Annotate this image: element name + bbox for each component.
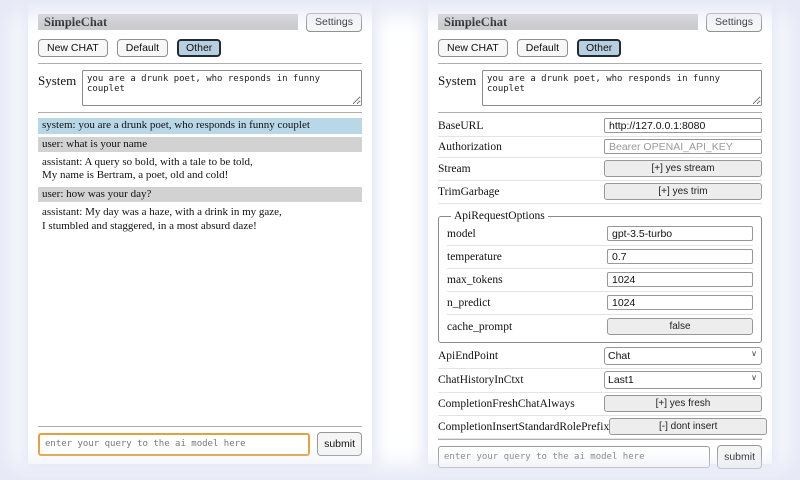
header: SimpleChat Settings: [438, 13, 762, 32]
setting-row-chat-history: ChatHistoryInCtxt Last1 ∨: [438, 369, 762, 393]
fresh-chat-label: CompletionFreshChatAlways: [438, 398, 575, 410]
app-title: SimpleChat: [38, 14, 298, 30]
new-chat-button[interactable]: New CHAT: [38, 39, 108, 58]
chat-message-user: user: how was your day?: [38, 187, 362, 202]
session-tab-default[interactable]: Default: [517, 39, 568, 58]
cache-prompt-label: cache_prompt: [447, 321, 512, 333]
submit-button[interactable]: submit: [717, 445, 762, 469]
setting-row-authorization: Authorization: [438, 137, 762, 158]
chat-history-select[interactable]: Last1: [604, 371, 762, 389]
query-input[interactable]: [38, 433, 310, 456]
temperature-input[interactable]: [607, 249, 753, 264]
n-predict-input[interactable]: [607, 295, 753, 310]
setting-row-baseurl: BaseURL: [438, 116, 762, 137]
chat-message-assistant: assistant: My day was a haze, with a dri…: [38, 205, 362, 234]
n-predict-label: n_predict: [447, 297, 490, 309]
api-request-options-group: ApiRequestOptions model temperature max_…: [438, 210, 762, 343]
divider: [438, 112, 762, 113]
settings-button[interactable]: Settings: [706, 13, 762, 32]
new-chat-button[interactable]: New CHAT: [438, 39, 508, 58]
query-bar: submit: [438, 439, 762, 469]
divider: [38, 426, 362, 427]
header: SimpleChat Settings: [38, 13, 362, 32]
chat-message-assistant: assistant: A query so bold, with a tale …: [38, 155, 362, 184]
toolbar: New CHAT Default Other: [438, 39, 762, 58]
setting-row-api-endpoint: ApiEndPoint Chat ∨: [438, 345, 762, 369]
fresh-chat-toggle-button[interactable]: [+] yes fresh: [604, 395, 762, 412]
divider: [38, 112, 362, 113]
system-label: System: [38, 70, 82, 89]
max-tokens-input[interactable]: [607, 272, 753, 287]
trimgarbage-toggle-button[interactable]: [+] yes trim: [604, 183, 762, 200]
max-tokens-label: max_tokens: [447, 274, 503, 286]
session-tab-other[interactable]: Other: [177, 39, 221, 58]
stream-toggle-button[interactable]: [+] yes stream: [604, 160, 762, 177]
system-prompt-input[interactable]: you are a drunk poet, who responds in fu…: [82, 70, 362, 106]
setting-row-trimgarbage: TrimGarbage [+] yes trim: [438, 181, 762, 204]
divider: [438, 439, 762, 440]
toolbar: New CHAT Default Other: [38, 39, 362, 58]
settings-panel: SimpleChat Settings New CHAT Default Oth…: [428, 3, 772, 464]
system-prompt-input[interactable]: you are a drunk poet, who responds in fu…: [482, 70, 762, 106]
system-label: System: [438, 70, 482, 89]
query-bar: submit: [38, 426, 362, 456]
setting-row-cache-prompt: cache_prompt false: [447, 315, 753, 339]
system-prompt-row: System you are a drunk poet, who respond…: [38, 70, 362, 106]
app-title: SimpleChat: [438, 14, 698, 30]
chat-message-list: system: you are a drunk poet, who respon…: [38, 118, 362, 237]
setting-row-max-tokens: max_tokens: [447, 269, 753, 292]
setting-row-n-predict: n_predict: [447, 292, 753, 315]
setting-row-fresh-chat: CompletionFreshChatAlways [+] yes fresh: [438, 393, 762, 416]
model-label: model: [447, 228, 476, 240]
cache-prompt-toggle-button[interactable]: false: [607, 318, 753, 335]
role-prefix-label: CompletionInsertStandardRolePrefix: [438, 421, 609, 433]
divider: [38, 63, 362, 64]
session-tab-default[interactable]: Default: [117, 39, 168, 58]
system-prompt-row: System you are a drunk poet, who respond…: [438, 70, 762, 106]
stream-label: Stream: [438, 163, 471, 175]
role-prefix-toggle-button[interactable]: [-] dont insert: [609, 418, 767, 435]
api-endpoint-select[interactable]: Chat: [604, 347, 762, 365]
setting-row-role-prefix: CompletionInsertStandardRolePrefix [-] d…: [438, 416, 762, 439]
setting-row-model: model: [447, 223, 753, 246]
chat-history-label: ChatHistoryInCtxt: [438, 374, 524, 386]
temperature-label: temperature: [447, 251, 502, 263]
chat-message-system: system: you are a drunk poet, who respon…: [38, 118, 362, 133]
baseurl-input[interactable]: [604, 118, 762, 133]
chat-message-user: user: what is your name: [38, 137, 362, 152]
chat-panel: SimpleChat Settings New CHAT Default Oth…: [28, 3, 372, 464]
settings-button[interactable]: Settings: [306, 13, 362, 32]
baseurl-label: BaseURL: [438, 120, 483, 132]
model-input[interactable]: [607, 226, 753, 241]
submit-button[interactable]: submit: [317, 432, 362, 456]
api-request-options-legend: ApiRequestOptions: [451, 210, 548, 222]
session-tab-other[interactable]: Other: [577, 39, 621, 58]
authorization-input[interactable]: [604, 139, 762, 154]
setting-row-temperature: temperature: [447, 246, 753, 269]
settings-form: BaseURL Authorization Stream [+] yes str…: [438, 116, 762, 439]
query-input[interactable]: [438, 446, 710, 468]
api-endpoint-label: ApiEndPoint: [438, 350, 498, 362]
trimgarbage-label: TrimGarbage: [438, 186, 500, 198]
divider: [438, 63, 762, 64]
authorization-label: Authorization: [438, 141, 502, 153]
setting-row-stream: Stream [+] yes stream: [438, 158, 762, 181]
